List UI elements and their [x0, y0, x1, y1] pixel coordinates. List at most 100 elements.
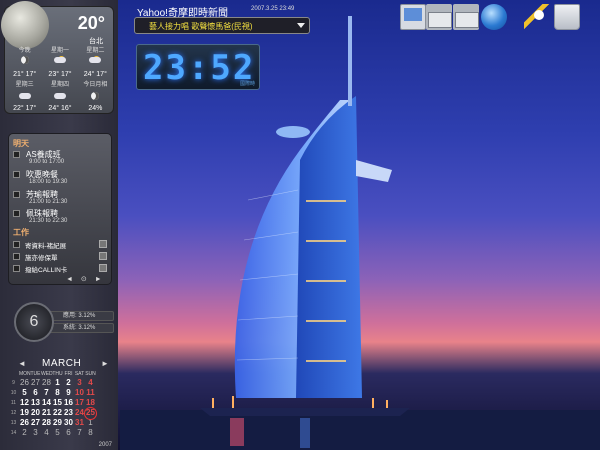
todo-time: 18:00 to 19:30 — [29, 179, 68, 185]
week-number: 12 — [10, 410, 17, 416]
calendar-day[interactable]: 12 — [19, 398, 30, 408]
work-checkbox[interactable] — [13, 265, 20, 272]
forecast-temps: 22° 17° — [13, 105, 37, 112]
calendar-day[interactable]: 8 — [52, 388, 63, 398]
calendar-day[interactable]: 10 — [74, 388, 85, 398]
cpu-meter-gadget[interactable]: 應用: 3.12% 系統: 3.12% 6 — [12, 302, 114, 342]
news-headline-dropdown[interactable]: 藝人接力唱 歌聲懷馬爸(民視) — [134, 17, 310, 34]
calendar-day[interactable]: 4 — [41, 428, 52, 438]
forecast-cell: 星期二 — [78, 47, 113, 68]
calendar-day[interactable]: 14 — [41, 398, 52, 408]
calendar-day[interactable]: 31 — [74, 418, 85, 428]
calendar-year: 2007 — [98, 442, 112, 448]
moon-icon — [87, 92, 103, 101]
calendar-gadget[interactable]: ◄ MARCH ► MON TUE WED THU FRI SAT SUN 92… — [8, 356, 114, 450]
calendar-day[interactable]: 6 — [30, 388, 41, 398]
calendar-day[interactable]: 26 — [19, 378, 30, 388]
work-title: 施亦修保單 — [25, 255, 58, 262]
delete-icon[interactable] — [99, 264, 107, 272]
todo-time: 21:30 to 22:30 — [29, 218, 68, 224]
recycle-bin-icon[interactable] — [554, 4, 580, 30]
weekday-label: SUN — [85, 371, 96, 377]
calendar-day[interactable]: 7 — [41, 388, 52, 398]
next-page-icon[interactable]: ► — [95, 276, 102, 283]
calendar-grid: MON TUE WED THU FRI SAT SUN 9 26 27 28 1 2 3 4 1… — [8, 371, 114, 438]
prev-page-icon[interactable]: ◄ — [66, 276, 73, 283]
work-item[interactable]: 寄資料-褚紀展 — [13, 239, 109, 250]
calendar-day[interactable]: 9 — [63, 388, 74, 398]
todo-gadget[interactable]: 明天 AS養成班 9:00 to 17:00 吹惠晚餐 18:00 to 19:… — [8, 133, 112, 285]
chevron-down-icon[interactable] — [297, 23, 305, 28]
digital-clock-gadget[interactable]: 23:52 國際時 — [136, 44, 260, 90]
forecast-cell: 今晚 — [7, 47, 42, 68]
home-icon[interactable]: ⊙ — [81, 276, 87, 283]
todo-checkbox[interactable] — [13, 151, 20, 158]
work-item[interactable]: 施亦修保單 — [13, 251, 109, 262]
calendar-day[interactable]: 20 — [30, 408, 41, 418]
calendar-day[interactable]: 30 — [63, 418, 74, 428]
todo-checkbox[interactable] — [13, 171, 20, 178]
calendar-week-row: 14 2 3 4 5 6 7 8 — [8, 428, 114, 438]
calendar-day[interactable]: 26 — [19, 418, 30, 428]
forecast-day: 星期三 — [15, 82, 34, 88]
weather-city: 台北 — [89, 38, 103, 45]
work-title: 寄資料-褚紀展 — [25, 243, 67, 250]
week-number: 13 — [10, 420, 17, 426]
forecast-day: 今晚 — [18, 48, 31, 54]
calendar-day[interactable]: 21 — [41, 408, 52, 418]
delete-icon[interactable] — [99, 240, 107, 248]
folder-icon[interactable] — [453, 4, 479, 30]
calendar-day[interactable]: 6 — [63, 428, 74, 438]
work-checkbox[interactable] — [13, 241, 20, 248]
calendar-month: MARCH — [42, 358, 82, 369]
calendar-day[interactable]: 27 — [30, 378, 41, 388]
calendar-day[interactable]: 3 — [30, 428, 41, 438]
calendar-day[interactable]: 16 — [63, 398, 74, 408]
prev-month-icon[interactable]: ◄ — [18, 359, 26, 368]
calendar-weekday-header: MON TUE WED THU FRI SAT SUN — [8, 371, 114, 378]
calendar-day[interactable]: 2 — [63, 378, 74, 388]
todo-item[interactable]: AS養成班 9:00 to 17:00 — [13, 148, 109, 170]
delete-icon[interactable] — [99, 252, 107, 260]
calendar-day[interactable]: 27 — [30, 418, 41, 428]
calendar-day[interactable]: 29 — [52, 418, 63, 428]
calendar-day[interactable]: 15 — [52, 398, 63, 408]
calendar-day[interactable]: 4 — [85, 378, 96, 388]
calendar-day[interactable]: 7 — [74, 428, 85, 438]
calendar-day[interactable]: 13 — [30, 398, 41, 408]
forecast-day: 星期一 — [50, 48, 69, 54]
news-headline[interactable]: 藝人接力唱 歌聲懷馬爸(民視) — [149, 21, 253, 32]
weather-gadget[interactable]: 20° 台北 今晚 星期一 星期二 21° 17° 23° 17° 24° 17… — [1, 1, 114, 114]
calendar-day[interactable]: 3 — [74, 378, 85, 388]
calendar-day[interactable]: 28 — [41, 418, 52, 428]
todo-checkbox[interactable] — [13, 210, 20, 217]
calendar-day[interactable]: 28 — [41, 378, 52, 388]
folder-icon[interactable] — [426, 4, 452, 30]
calendar-day[interactable]: 2 — [19, 428, 30, 438]
forecast-cell: 今日月相 — [78, 81, 113, 90]
forecast-temps: 24° 16° — [48, 105, 72, 112]
todo-item[interactable]: 吹惠晚餐 18:00 to 19:30 — [13, 168, 109, 190]
calendar-day[interactable]: 5 — [19, 388, 30, 398]
ninja-app-icon[interactable] — [524, 4, 550, 30]
todo-item[interactable]: 佩珠報聘 21:30 to 22:30 — [13, 207, 109, 229]
next-month-icon[interactable]: ► — [101, 359, 109, 368]
calendar-day[interactable]: 1 — [52, 378, 63, 388]
calendar-day[interactable]: 8 — [85, 428, 96, 438]
work-checkbox[interactable] — [13, 253, 20, 260]
calendar-day[interactable]: 19 — [19, 408, 30, 418]
calendar-day[interactable]: 11 — [85, 388, 96, 398]
calendar-day[interactable]: 25 — [84, 407, 97, 420]
todo-checkbox[interactable] — [13, 191, 20, 198]
calendar-week-row: 10 5 6 7 8 9 10 11 — [8, 388, 114, 398]
weather-forecast: 今晚 星期一 星期二 21° 17° 23° 17° 24° 17° 星期三 星… — [7, 47, 113, 113]
weekday-label: THU — [52, 371, 63, 377]
calendar-day[interactable]: 23 — [63, 408, 74, 418]
computer-icon[interactable] — [400, 4, 426, 30]
work-item[interactable]: 撥給CALLIN卡 — [13, 263, 109, 274]
rain-icon — [52, 56, 68, 65]
calendar-day[interactable]: 22 — [52, 408, 63, 418]
internet-explorer-icon[interactable] — [481, 4, 507, 30]
calendar-day[interactable]: 5 — [52, 428, 63, 438]
calendar-day[interactable]: 17 — [74, 398, 85, 408]
